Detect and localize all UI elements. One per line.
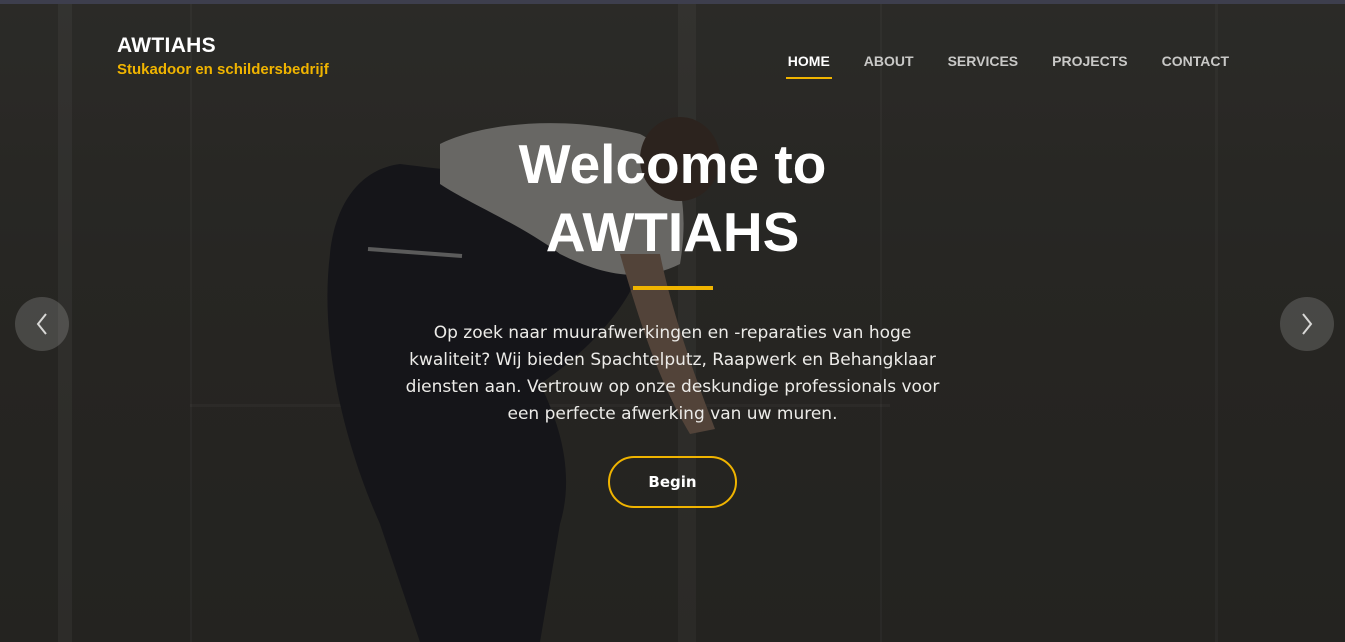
begin-button[interactable]: Begin	[608, 456, 737, 508]
brand-name[interactable]: AWTIAHS	[117, 34, 329, 58]
nav-item-home[interactable]: HOME	[785, 53, 832, 79]
nav-item-services[interactable]: SERVICES	[948, 53, 1019, 79]
hero-title-line1: Welcome to	[518, 133, 827, 195]
brand-tagline: Stukadoor en schildersbedrijf	[117, 61, 329, 78]
hero-content: Welcome to AWTIAHS Op zoek naar muurafwe…	[0, 130, 1345, 508]
nav-item-about[interactable]: ABOUT	[864, 53, 914, 79]
title-divider	[632, 286, 713, 290]
brand-logo[interactable]: AWTIAHS Stukadoor en schildersbedrijf	[117, 34, 329, 78]
nav-item-projects[interactable]: PROJECTS	[1052, 53, 1127, 79]
hero-description: Op zoek naar muurafwerkingen en -reparat…	[405, 323, 940, 424]
chevron-right-icon	[1302, 313, 1313, 335]
hero-title-line2: AWTIAHS	[545, 201, 800, 263]
carousel-prev-button[interactable]	[15, 297, 69, 351]
chevron-left-icon	[36, 313, 47, 335]
carousel-next-button[interactable]	[1280, 297, 1334, 351]
main-nav: HOME ABOUT SERVICES PROJECTS CONTACT	[785, 53, 1229, 79]
hero-title: Welcome to AWTIAHS	[0, 130, 1345, 266]
nav-item-contact[interactable]: CONTACT	[1162, 53, 1229, 79]
